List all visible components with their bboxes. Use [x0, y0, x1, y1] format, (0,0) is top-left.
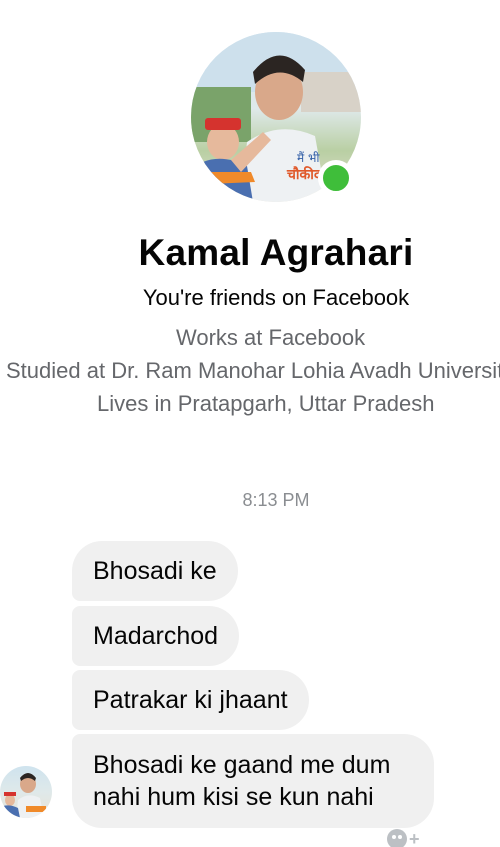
add-reaction-icon: [387, 829, 407, 847]
message-text: Patrakar ki jhaant: [93, 686, 288, 714]
plus-icon: +: [409, 829, 420, 847]
add-reaction-button[interactable]: +: [387, 828, 427, 847]
online-status-dot-icon: [318, 160, 354, 196]
message-bubble[interactable]: Patrakar ki jhaant: [72, 670, 309, 730]
sender-avatar[interactable]: [0, 766, 52, 818]
message-bubble[interactable]: Madarchod: [72, 606, 240, 666]
photo-caption-top: मैं भी: [297, 151, 320, 165]
profile-location: Lives in Pratapgarh, Uttar Pradesh: [97, 391, 435, 416]
message-text: Madarchod: [93, 622, 219, 650]
message-timestamp: 8:13 PM: [242, 490, 310, 510]
message-text: Bhosadi ke: [93, 557, 217, 585]
friendship-status: You're friends on Facebook: [142, 285, 410, 310]
profile-work: Works at Facebook: [176, 325, 366, 350]
message-text: Bhosadi ke gaand me dum nahi hum kisi se…: [93, 751, 391, 811]
message-bubble[interactable]: Bhosadi ke: [72, 541, 238, 601]
profile-name: Kamal Agrahari: [138, 232, 414, 273]
sender-avatar-image: [0, 773, 46, 818]
profile-education: Studied at Dr. Ram Manohar Lohia Avadh U…: [6, 358, 500, 383]
message-bubble[interactable]: Bhosadi ke gaand me dum nahi hum kisi se…: [72, 734, 434, 828]
